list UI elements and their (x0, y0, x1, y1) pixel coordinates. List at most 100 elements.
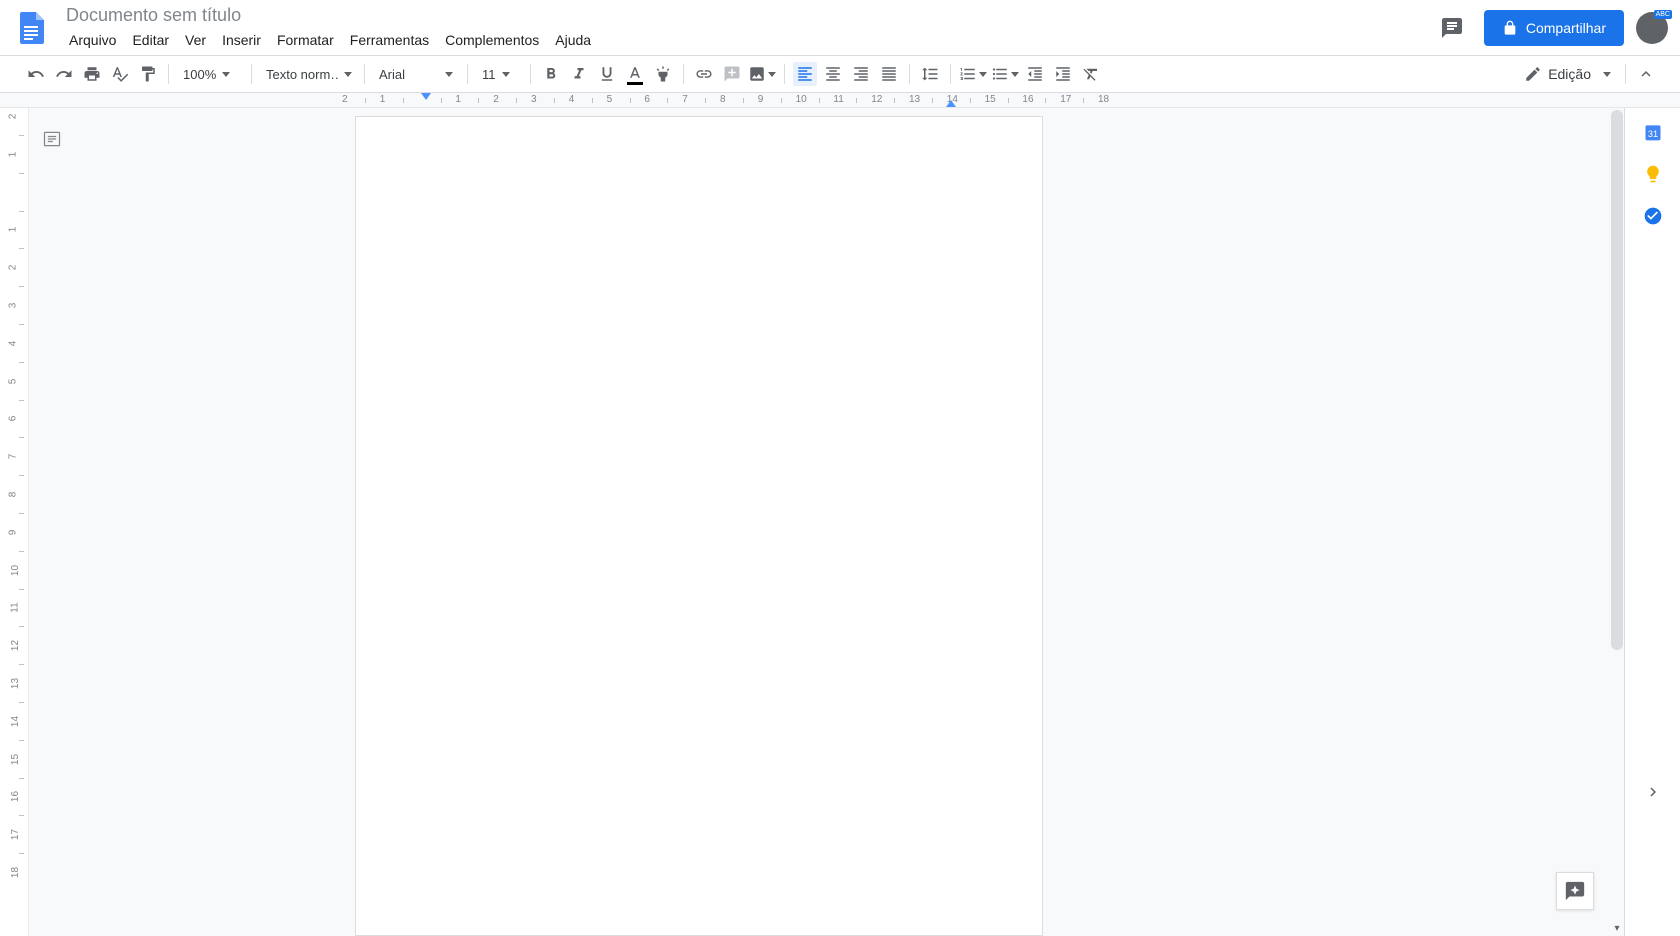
increase-indent-button[interactable] (1051, 62, 1075, 86)
align-right-button[interactable] (849, 62, 873, 86)
separator (251, 64, 252, 84)
line-spacing-button[interactable] (918, 62, 942, 86)
menu-ver[interactable]: Ver (178, 28, 213, 52)
header-right: Compartilhar (1432, 8, 1668, 48)
bold-button[interactable] (539, 62, 563, 86)
menu-arquivo[interactable]: Arquivo (62, 28, 123, 52)
menu-formatar[interactable]: Formatar (270, 28, 341, 52)
decrease-indent-button[interactable] (1023, 62, 1047, 86)
undo-icon (27, 65, 45, 83)
insert-comment-button[interactable] (720, 62, 744, 86)
font-value: Arial (379, 67, 439, 82)
paragraph-style-dropdown[interactable]: Texto norm… (258, 62, 358, 86)
document-outline-button[interactable] (39, 126, 65, 152)
print-icon (83, 65, 101, 83)
align-justify-button[interactable] (877, 62, 901, 86)
scroll-thumb[interactable] (1611, 110, 1623, 650)
menu-inserir[interactable]: Inserir (215, 28, 268, 52)
align-justify-icon (880, 65, 898, 83)
ruler-vertical[interactable]: 21123456789101112131415161718 (0, 108, 29, 936)
align-right-icon (852, 65, 870, 83)
account-avatar[interactable] (1636, 12, 1668, 44)
numbered-list-button[interactable] (959, 62, 987, 86)
text-color-icon (626, 65, 644, 83)
highlight-color-button[interactable] (651, 62, 675, 86)
caret-down-icon (222, 72, 230, 77)
docs-logo[interactable] (12, 8, 52, 48)
decrease-indent-icon (1026, 65, 1044, 83)
insert-link-button[interactable] (692, 62, 716, 86)
separator (364, 64, 365, 84)
chevron-right-icon (1644, 783, 1662, 801)
caret-down-icon (979, 72, 987, 77)
highlight-icon (654, 65, 672, 83)
toolbar: 100% Texto norm… Arial 11 Edição (0, 55, 1680, 93)
align-left-button[interactable] (793, 62, 817, 86)
caret-down-icon (445, 72, 453, 77)
zoom-dropdown[interactable]: 100% (175, 62, 245, 86)
italic-icon (570, 65, 588, 83)
pencil-icon (1524, 65, 1542, 83)
vertical-scrollbar[interactable]: ▴ ▾ (1610, 108, 1624, 936)
document-page[interactable] (355, 116, 1043, 936)
tasks-addon-button[interactable] (1643, 206, 1663, 226)
ruler-horizontal[interactable]: 21123456789101112131415161718 (0, 93, 1680, 108)
spellcheck-button[interactable] (108, 62, 132, 86)
undo-button[interactable] (24, 62, 48, 86)
align-center-button[interactable] (821, 62, 845, 86)
paint-format-button[interactable] (136, 62, 160, 86)
zoom-value: 100% (183, 67, 216, 82)
keep-addon-button[interactable] (1643, 164, 1663, 184)
scroll-down-arrow[interactable]: ▾ (1610, 922, 1624, 936)
outline-icon (42, 129, 62, 149)
hide-menus-button[interactable] (1634, 62, 1658, 86)
font-dropdown[interactable]: Arial (371, 62, 461, 86)
side-panel: 31 (1624, 108, 1680, 936)
caret-down-icon (768, 72, 776, 77)
lock-icon (1502, 20, 1518, 36)
explore-icon (1564, 880, 1586, 902)
underline-icon (598, 65, 616, 83)
workspace: 21123456789101112131415161718 ▴ ▾ 31 (0, 108, 1680, 936)
clear-formatting-button[interactable] (1079, 62, 1103, 86)
separator (530, 64, 531, 84)
bulleted-list-icon (991, 65, 1009, 83)
print-button[interactable] (80, 62, 104, 86)
explore-button[interactable] (1556, 872, 1594, 910)
tasks-icon (1643, 206, 1663, 226)
menu-editar[interactable]: Editar (125, 28, 176, 52)
menu-complementos[interactable]: Complementos (438, 28, 546, 52)
bulleted-list-button[interactable] (991, 62, 1019, 86)
share-button[interactable]: Compartilhar (1484, 10, 1624, 46)
align-left-icon (796, 65, 814, 83)
style-value: Texto norm… (266, 67, 338, 82)
add-comment-icon (723, 65, 741, 83)
share-label: Compartilhar (1526, 20, 1606, 36)
mode-label: Edição (1548, 66, 1591, 82)
left-indent-marker[interactable] (420, 93, 432, 104)
insert-image-button[interactable] (748, 62, 776, 86)
align-center-icon (824, 65, 842, 83)
numbered-list-icon (959, 65, 977, 83)
comment-icon (1440, 16, 1464, 40)
underline-button[interactable] (595, 62, 619, 86)
italic-button[interactable] (567, 62, 591, 86)
editing-mode-dropdown[interactable]: Edição (1516, 60, 1619, 88)
font-size-dropdown[interactable]: 11 (474, 62, 524, 86)
calendar-addon-button[interactable]: 31 (1643, 122, 1663, 142)
side-panel-collapse-button[interactable] (1644, 783, 1662, 806)
menu-ajuda[interactable]: Ajuda (548, 28, 598, 52)
caret-down-icon (1011, 72, 1019, 77)
link-icon (695, 65, 713, 83)
bold-icon (542, 65, 560, 83)
redo-button[interactable] (52, 62, 76, 86)
menu-ferramentas[interactable]: Ferramentas (343, 28, 436, 52)
document-title[interactable]: Documento sem título (62, 3, 1432, 26)
clear-formatting-icon (1082, 65, 1100, 83)
comment-history-button[interactable] (1432, 8, 1472, 48)
keep-icon (1643, 164, 1663, 184)
separator (1625, 64, 1626, 84)
image-icon (748, 65, 766, 83)
caret-down-icon (344, 72, 352, 77)
text-color-button[interactable] (623, 62, 647, 86)
